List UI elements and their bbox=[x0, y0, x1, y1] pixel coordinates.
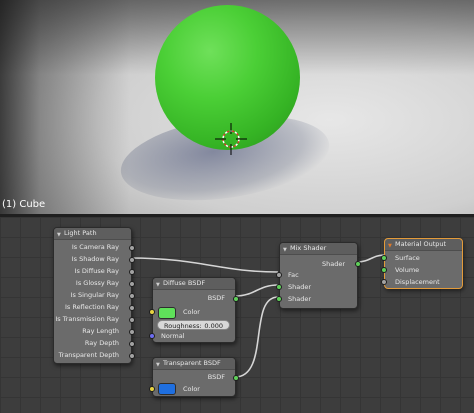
node-header[interactable]: ▼ Material Output bbox=[385, 239, 462, 251]
color-label: Color bbox=[183, 308, 200, 316]
color-label: Color bbox=[183, 385, 200, 393]
shader-input-socket[interactable] bbox=[276, 284, 282, 290]
node-title: Transparent BSDF bbox=[163, 359, 221, 367]
output-label: Transparent Depth bbox=[58, 351, 119, 359]
node-title: Mix Shader bbox=[290, 244, 327, 252]
output-socket[interactable] bbox=[355, 261, 361, 267]
output-socket[interactable] bbox=[129, 305, 135, 311]
volume-input-socket[interactable] bbox=[381, 267, 387, 273]
node-header[interactable]: ▼ Transparent BSDF bbox=[153, 358, 235, 370]
input-label: Surface bbox=[395, 254, 420, 262]
3d-viewport[interactable]: (1) Cube bbox=[0, 0, 474, 214]
output-label: Ray Depth bbox=[84, 339, 119, 347]
node-header[interactable]: ▼ Diffuse BSDF bbox=[153, 278, 235, 290]
node-diffuse-bsdf[interactable]: ▼ Diffuse BSDF BSDF Color Roughness: 0.00… bbox=[149, 277, 239, 343]
output-label: Is Transmission Ray bbox=[55, 315, 119, 323]
roughness-field[interactable]: Roughness: 0.000 bbox=[157, 320, 230, 330]
node-title: Diffuse BSDF bbox=[163, 279, 206, 287]
collapse-triangle-icon[interactable]: ▼ bbox=[156, 360, 160, 371]
node-transparent-bsdf[interactable]: ▼ Transparent BSDF BSDF Color bbox=[149, 357, 239, 397]
output-socket[interactable] bbox=[129, 245, 135, 251]
node-material-output[interactable]: ▼ Material Output Surface Volume Displace… bbox=[381, 238, 463, 289]
output-socket[interactable] bbox=[129, 293, 135, 299]
output-socket[interactable] bbox=[233, 375, 239, 381]
roughness-value: 0.000 bbox=[204, 322, 223, 330]
shader-input-socket[interactable] bbox=[276, 296, 282, 302]
input-label: Shader bbox=[288, 295, 312, 303]
output-label: Is Singular Ray bbox=[70, 291, 119, 299]
node-title: Light Path bbox=[64, 229, 97, 237]
collapse-triangle-icon[interactable]: ▼ bbox=[283, 245, 287, 256]
output-socket[interactable] bbox=[129, 269, 135, 275]
output-label: BSDF bbox=[207, 373, 225, 381]
node-title: Material Output bbox=[395, 240, 447, 248]
displacement-input-socket[interactable] bbox=[381, 279, 387, 285]
node-editor[interactable]: ▼ Light Path Is Camera Ray Is Shadow Ray … bbox=[0, 217, 474, 413]
roughness-label: Roughness: bbox=[164, 322, 202, 330]
3d-cursor-icon[interactable] bbox=[214, 122, 248, 156]
node-header[interactable]: ▼ Mix Shader bbox=[280, 243, 357, 255]
output-label: Shader bbox=[321, 260, 345, 268]
normal-label: Normal bbox=[161, 332, 185, 340]
node-header[interactable]: ▼ Light Path bbox=[54, 228, 131, 240]
active-object-label: (1) Cube bbox=[2, 199, 46, 210]
output-socket[interactable] bbox=[129, 281, 135, 287]
output-socket[interactable] bbox=[129, 341, 135, 347]
output-label: Is Shadow Ray bbox=[71, 255, 119, 263]
fac-input-socket[interactable] bbox=[276, 272, 282, 278]
surface-input-socket[interactable] bbox=[381, 255, 387, 261]
collapse-triangle-icon[interactable]: ▼ bbox=[57, 230, 61, 241]
node-light-path[interactable]: ▼ Light Path Is Camera Ray Is Shadow Ray … bbox=[53, 227, 135, 364]
output-label: Is Glossy Ray bbox=[75, 279, 119, 287]
collapse-triangle-icon[interactable]: ▼ bbox=[388, 241, 392, 252]
input-label: Shader bbox=[288, 283, 312, 291]
normal-input-socket[interactable] bbox=[149, 333, 155, 339]
node-mix-shader[interactable]: ▼ Mix Shader Shader Fac Shader Shader bbox=[276, 242, 361, 309]
diffuse-color-swatch[interactable] bbox=[158, 307, 176, 319]
input-label: Displacement bbox=[395, 278, 440, 286]
output-label: Is Reflection Ray bbox=[65, 303, 119, 311]
output-label: Is Camera Ray bbox=[71, 243, 119, 251]
input-label: Volume bbox=[395, 266, 420, 274]
input-label: Fac bbox=[288, 271, 299, 279]
color-input-socket[interactable] bbox=[149, 309, 155, 315]
output-socket[interactable] bbox=[129, 317, 135, 323]
output-socket[interactable] bbox=[129, 353, 135, 359]
output-socket[interactable] bbox=[129, 257, 135, 263]
transparent-color-swatch[interactable] bbox=[158, 383, 176, 395]
output-label: Ray Length bbox=[82, 327, 119, 335]
output-socket[interactable] bbox=[233, 296, 239, 302]
output-label: BSDF bbox=[207, 294, 225, 302]
collapse-triangle-icon[interactable]: ▼ bbox=[156, 280, 160, 291]
output-socket[interactable] bbox=[129, 329, 135, 335]
output-label: Is Diffuse Ray bbox=[74, 267, 119, 275]
color-input-socket[interactable] bbox=[149, 386, 155, 392]
